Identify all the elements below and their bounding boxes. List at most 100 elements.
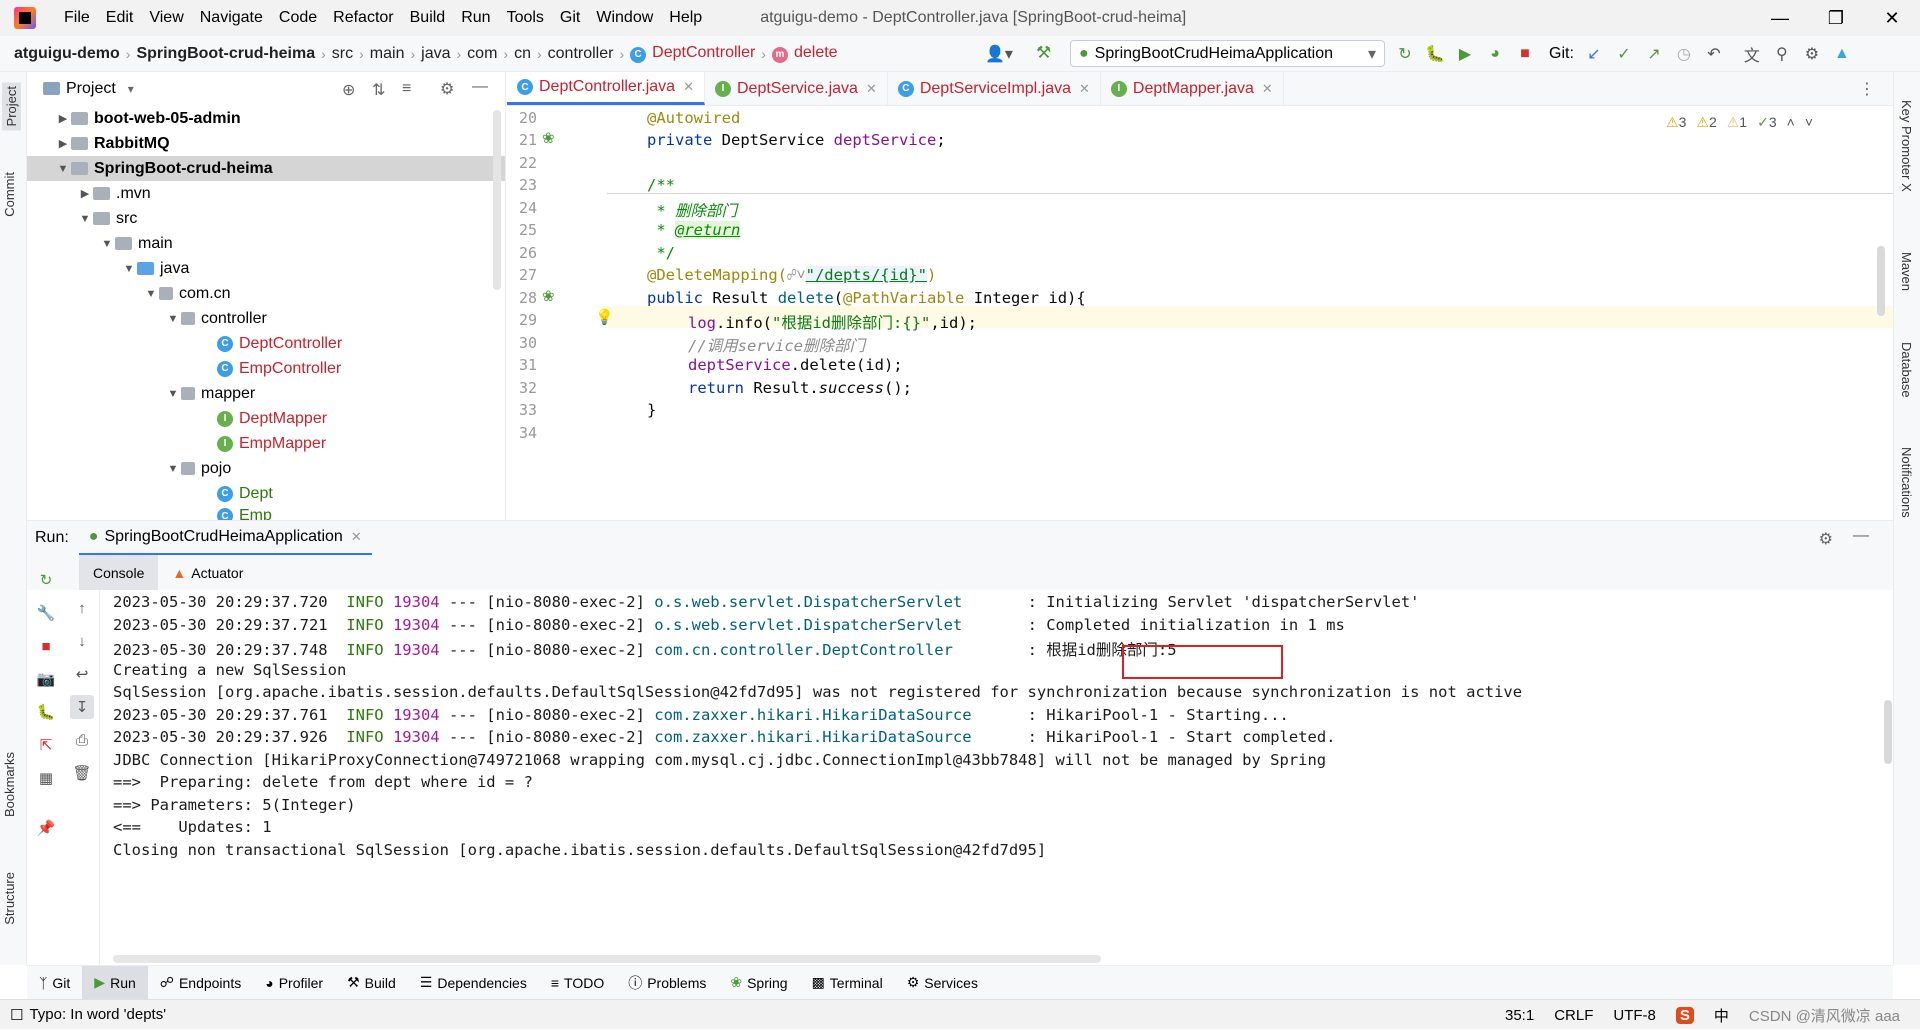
tab-deptcontroller[interactable]: C DeptController.java ✕ [507, 72, 705, 105]
gear-icon[interactable]: ⚙ [440, 79, 454, 99]
breadcrumb-project[interactable]: atguigu-demo [0, 45, 126, 63]
breadcrumb-controller[interactable]: controller [542, 45, 620, 63]
menu-build[interactable]: Build [402, 9, 454, 27]
git-commit-icon[interactable]: ✓ [1614, 44, 1634, 64]
tree-item-java[interactable]: ▼ java [27, 256, 505, 281]
database-tool-tab[interactable]: Database [1899, 342, 1914, 398]
debug-icon[interactable]: 🐛 [36, 702, 56, 722]
exit-icon[interactable]: ⇱ [36, 735, 56, 755]
tree-item-boot-web[interactable]: ▶ boot-web-05-admin [27, 106, 505, 131]
search-icon[interactable]: ⚲ [1772, 44, 1792, 64]
translate-icon[interactable]: 文 [1742, 44, 1762, 65]
line-separator[interactable]: CRLF [1554, 1007, 1593, 1024]
file-encoding[interactable]: UTF-8 [1613, 1007, 1656, 1024]
scroll-to-end-icon[interactable]: ↧ [70, 695, 94, 719]
key-promoter-tool-tab[interactable]: Key Promoter X [1899, 100, 1914, 192]
print-icon[interactable]: ⎙ [72, 730, 92, 750]
menu-edit[interactable]: Edit [98, 9, 142, 27]
close-tab-icon[interactable]: ✕ [1079, 81, 1090, 97]
locate-icon[interactable]: ⊕ [342, 80, 355, 100]
user-icon[interactable]: 👤▾ [985, 44, 1013, 64]
status-message[interactable]: Typo: In word 'depts' [29, 1006, 166, 1023]
tool-build[interactable]: ⚒ Build [335, 966, 408, 1000]
gear-icon[interactable]: ⚙ [1802, 44, 1822, 64]
run-tab[interactable]: ● SpringBootCrudHeimaApplication ✕ [78, 521, 372, 556]
rerun-icon[interactable]: ↻ [1395, 44, 1415, 64]
bean-gutter-icon[interactable]: ❀ [542, 129, 555, 147]
hammer-icon[interactable]: ⚒ [1036, 43, 1051, 63]
menu-file[interactable]: File [56, 9, 98, 27]
tree-item-springboot-crud-heima[interactable]: ▼ SpringBoot-crud-heima [27, 156, 505, 181]
pin-icon[interactable]: 📌 [36, 818, 56, 838]
tree-item-rabbitmq[interactable]: ▶ RabbitMQ [27, 131, 505, 156]
tree-item-empcontroller[interactable]: C EmpController [27, 356, 505, 381]
console-vertical-scrollbar[interactable] [1884, 700, 1892, 764]
code-editor[interactable]: 20 21 22 23 24 25 26 27 28 29 30 31 32 3… [507, 106, 1893, 520]
tree-scrollbar[interactable] [493, 110, 501, 290]
hide-icon[interactable]: — [1853, 527, 1869, 545]
restore-icon[interactable]: ❐ [1808, 0, 1864, 36]
tree-item-deptcontroller[interactable]: C DeptController [27, 331, 505, 356]
tree-item-mvn[interactable]: ▶ .mvn [27, 181, 505, 206]
chevron-down-icon[interactable]: ˅ [1805, 114, 1813, 131]
console-horizontal-scrollbar[interactable] [113, 955, 1101, 963]
collapse-all-icon[interactable]: ≡ [402, 80, 411, 98]
tool-terminal[interactable]: ▩ Terminal [800, 966, 895, 1000]
tool-todo[interactable]: ≡ TODO [539, 966, 616, 1000]
project-tool-tab[interactable]: Project [2, 82, 21, 131]
chevron-up-icon[interactable]: ˄ [1787, 114, 1795, 131]
menu-code[interactable]: Code [271, 9, 325, 27]
profile-icon[interactable]: ◕ [1485, 44, 1505, 64]
breadcrumb-src[interactable]: src [326, 45, 359, 63]
close-tab-icon[interactable]: ✕ [683, 79, 694, 95]
menu-git[interactable]: Git [552, 9, 588, 27]
gear-icon[interactable]: ⚙ [1819, 529, 1833, 549]
arrow-up-icon[interactable]: ↑ [72, 598, 92, 618]
menu-refactor[interactable]: Refactor [325, 9, 401, 27]
console-output[interactable]: 2023-05-30 20:29:37.720 INFO 19304 --- [… [100, 590, 1893, 965]
coverage-icon[interactable]: ▶ [1455, 44, 1475, 64]
menu-view[interactable]: View [141, 9, 191, 27]
tab-deptmapper[interactable]: I DeptMapper.java ✕ [1101, 72, 1284, 105]
tab-console[interactable]: Console [79, 555, 159, 590]
breadcrumb-com[interactable]: com [461, 45, 503, 63]
breadcrumb-main[interactable]: main [364, 45, 411, 63]
close-tab-icon[interactable]: ✕ [351, 529, 362, 545]
rerun-icon[interactable]: ↻ [36, 570, 56, 590]
notifications-tool-tab[interactable]: Notifications [1899, 447, 1914, 518]
menu-window[interactable]: Window [588, 9, 661, 27]
soft-wrap-icon[interactable]: ↩ [72, 664, 92, 684]
tree-item-mapper[interactable]: ▼ mapper [27, 381, 505, 406]
endpoint-gutter-icon[interactable]: ❀ [542, 287, 555, 305]
rollback-icon[interactable]: ↶ [1704, 44, 1724, 64]
tab-deptservice[interactable]: I DeptService.java ✕ [705, 72, 888, 105]
lightbulb-icon[interactable]: 💡 [595, 308, 614, 326]
minimize-icon[interactable]: — [1752, 0, 1808, 36]
breadcrumb-cn[interactable]: cn [508, 45, 537, 63]
commit-tool-tab[interactable]: Commit [2, 172, 17, 217]
tree-item-pojo[interactable]: ▼ pojo [27, 456, 505, 481]
wrench-icon[interactable]: 🔧 [36, 603, 56, 623]
more-tabs-icon[interactable]: ⋮ [1859, 79, 1875, 99]
breadcrumb-java[interactable]: java [415, 45, 456, 63]
tool-git[interactable]: ᛉ Git [27, 966, 82, 1000]
close-tab-icon[interactable]: ✕ [866, 81, 877, 97]
menu-help[interactable]: Help [661, 9, 710, 27]
globe-icon[interactable]: ☍˅ [787, 266, 806, 284]
menu-tools[interactable]: Tools [499, 9, 552, 27]
breadcrumb-method[interactable]: m delete [766, 44, 844, 63]
run-configuration-select[interactable]: ● SpringBootCrudHeimaApplication ▾ [1070, 40, 1385, 67]
tool-problems[interactable]: ⓘ Problems [616, 966, 718, 1000]
tree-item-dept[interactable]: C Dept [27, 481, 505, 506]
expand-all-icon[interactable]: ⇅ [372, 80, 385, 100]
tab-actuator[interactable]: ▲ Actuator [158, 555, 257, 590]
chevron-down-icon[interactable]: ▾ [128, 82, 134, 96]
camera-icon[interactable]: 📷 [36, 669, 56, 689]
jetbrains-icon[interactable]: ▲ [1832, 44, 1852, 64]
close-tab-icon[interactable]: ✕ [1262, 81, 1273, 97]
breadcrumb-class[interactable]: C DeptController [624, 44, 761, 63]
tree-item-deptmapper[interactable]: I DeptMapper [27, 406, 505, 431]
stop-icon[interactable]: ■ [1515, 44, 1535, 64]
history-icon[interactable]: ◷ [1674, 44, 1694, 64]
tree-item-src[interactable]: ▼ src [27, 206, 505, 231]
